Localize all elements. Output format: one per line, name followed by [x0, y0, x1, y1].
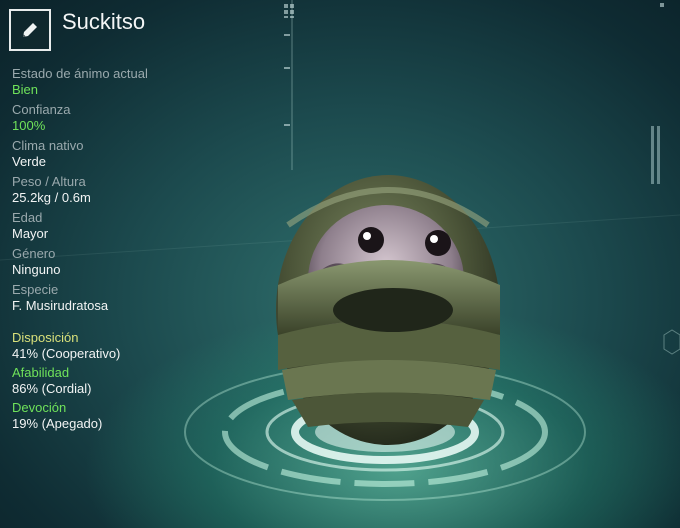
creature-stats-panel: Estado de ánimo actual Bien Confianza 10…	[12, 66, 212, 318]
creature-name: Suckitso	[62, 9, 146, 34]
trait-affability: Afabilidad 86% (Cordial)	[12, 365, 232, 397]
stat-species: Especie F. Musirudratosa	[12, 282, 212, 314]
stat-label: Género	[12, 246, 56, 261]
stat-label: Confianza	[12, 102, 71, 117]
stat-trust: Confianza 100%	[12, 102, 212, 134]
stat-label: Estado de ánimo actual	[12, 66, 148, 81]
stat-label: Edad	[12, 210, 43, 225]
stat-age: Edad Mayor	[12, 210, 212, 242]
trait-value: 19% (Apegado)	[12, 416, 103, 431]
edit-name-button[interactable]	[9, 9, 51, 51]
stat-value: Mayor	[12, 226, 49, 241]
creature-traits-panel: Disposición 41% (Cooperativo) Afabilidad…	[12, 330, 232, 435]
trait-label: Devoción	[12, 400, 67, 415]
trait-value: 41% (Cooperativo)	[12, 346, 121, 361]
creature-model[interactable]	[268, 165, 508, 455]
trait-label: Afabilidad	[12, 365, 70, 380]
stat-value: 25.2kg / 0.6m	[12, 190, 91, 205]
stat-gender: Género Ninguno	[12, 246, 212, 278]
trait-disposition: Disposición 41% (Cooperativo)	[12, 330, 232, 362]
stat-value: F. Musirudratosa	[12, 298, 109, 313]
trait-value: 86% (Cordial)	[12, 381, 92, 396]
stat-mood: Estado de ánimo actual Bien	[12, 66, 212, 98]
stat-label: Peso / Altura	[12, 174, 86, 189]
stat-value: Ninguno	[12, 262, 61, 277]
stat-label: Clima nativo	[12, 138, 84, 153]
pencil-icon	[23, 23, 37, 37]
stat-label: Especie	[12, 282, 59, 297]
trait-devotion: Devoción 19% (Apegado)	[12, 400, 232, 432]
creature-inspect-screen: Suckitso Estado de ánimo actual Bien Con…	[0, 0, 680, 528]
stat-climate: Clima nativo Verde	[12, 138, 212, 170]
trait-label: Disposición	[12, 330, 79, 345]
stat-value: Bien	[12, 82, 39, 97]
stat-weight-height: Peso / Altura 25.2kg / 0.6m	[12, 174, 212, 206]
stat-value: 100%	[12, 118, 46, 133]
stat-value: Verde	[12, 154, 46, 169]
